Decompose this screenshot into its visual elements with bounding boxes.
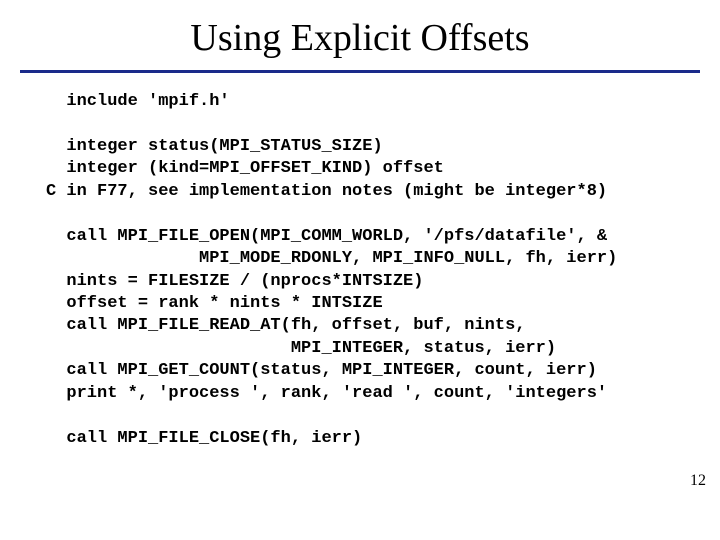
code-line: call MPI_FILE_OPEN(MPI_COMM_WORLD, '/pfs… xyxy=(46,227,607,246)
code-line: offset = rank * nints * INTSIZE xyxy=(46,294,383,313)
code-line: integer (kind=MPI_OFFSET_KIND) offset xyxy=(46,159,444,178)
slide-title: Using Explicit Offsets xyxy=(0,0,720,70)
code-line: call MPI_FILE_READ_AT(fh, offset, buf, n… xyxy=(46,316,525,335)
code-line: call MPI_GET_COUNT(status, MPI_INTEGER, … xyxy=(46,361,597,380)
code-line: nints = FILESIZE / (nprocs*INTSIZE) xyxy=(46,272,423,291)
code-line: include 'mpif.h' xyxy=(46,92,230,111)
code-line: MPI_MODE_RDONLY, MPI_INFO_NULL, fh, ierr… xyxy=(46,249,617,268)
code-line: integer status(MPI_STATUS_SIZE) xyxy=(46,137,383,156)
code-line: MPI_INTEGER, status, ierr) xyxy=(46,339,556,358)
code-line: C in F77, see implementation notes (migh… xyxy=(46,182,607,201)
code-line: print *, 'process ', rank, 'read ', coun… xyxy=(46,384,607,403)
title-rule xyxy=(20,70,700,73)
code-block: include 'mpif.h' integer status(MPI_STAT… xyxy=(0,91,720,450)
slide: Using Explicit Offsets include 'mpif.h' … xyxy=(0,0,720,540)
code-line: call MPI_FILE_CLOSE(fh, ierr) xyxy=(46,429,362,448)
page-number: 12 xyxy=(690,472,706,490)
